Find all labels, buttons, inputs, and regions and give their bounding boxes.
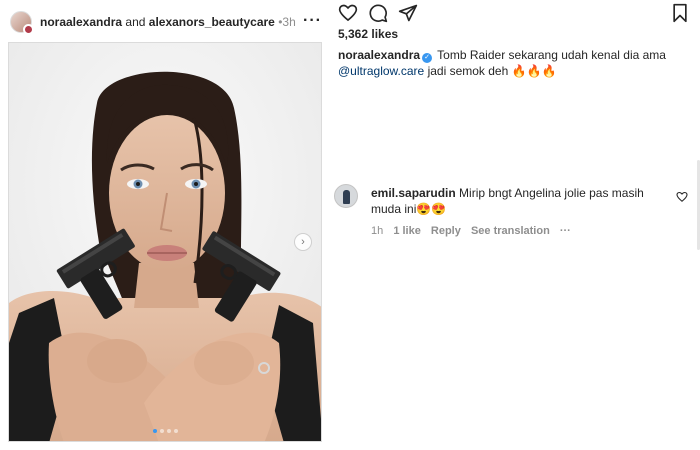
authors-connector: and bbox=[125, 15, 146, 29]
post-photo-illustration bbox=[9, 43, 321, 441]
caption-username[interactable]: noraalexandra bbox=[338, 48, 420, 62]
author-avatar[interactable] bbox=[10, 11, 34, 35]
comment-body: emil.saparudin Mirip bngt Angelina jolie… bbox=[371, 185, 661, 217]
comment-heart-icon[interactable] bbox=[676, 190, 688, 202]
carousel-dot bbox=[166, 429, 171, 433]
carousel-indicator bbox=[9, 429, 321, 433]
commenter-avatar[interactable] bbox=[334, 184, 358, 208]
author-username[interactable]: noraalexandra bbox=[40, 15, 122, 29]
verified-badge-icon: ✓ bbox=[422, 53, 433, 63]
comment-meta: 1h 1 like Reply See translation ··· bbox=[371, 225, 578, 237]
avatar-figure bbox=[343, 190, 350, 204]
see-translation-button[interactable]: See translation bbox=[471, 225, 550, 237]
heart-icon[interactable] bbox=[338, 3, 358, 23]
post-time: 3h bbox=[282, 15, 296, 29]
carousel-dot bbox=[152, 429, 157, 433]
post-authors: noraalexandra and alexanors_beautycare •… bbox=[40, 15, 296, 29]
carousel-next-button[interactable]: › bbox=[294, 233, 312, 251]
comment-more-options-icon[interactable]: ··· bbox=[560, 225, 571, 237]
comment-likes[interactable]: 1 like bbox=[393, 225, 421, 237]
commenter-username[interactable]: emil.saparudin bbox=[371, 186, 456, 200]
post-caption: noraalexandra ✓ Tomb Raider sekarang udah… bbox=[338, 47, 688, 79]
likes-count[interactable]: 5,362 likes bbox=[338, 27, 398, 41]
caption-mention-link[interactable]: @ultraglow.care bbox=[338, 64, 424, 78]
post-actions bbox=[338, 3, 690, 23]
share-icon[interactable] bbox=[398, 3, 418, 23]
coauthor-username[interactable]: alexanors_beautycare bbox=[149, 15, 275, 29]
coauthor-avatar[interactable] bbox=[23, 24, 34, 35]
caption-text: Tomb Raider sekarang udah kenal dia ama bbox=[434, 48, 666, 62]
post-header: noraalexandra and alexanors_beautycare •… bbox=[10, 10, 322, 35]
comment-time: 1h bbox=[371, 225, 384, 237]
caption-text-end: jadi semok deh 🔥🔥🔥 bbox=[424, 64, 557, 78]
carousel-dot bbox=[159, 429, 164, 433]
reply-button[interactable]: Reply bbox=[431, 225, 461, 237]
bookmark-icon[interactable] bbox=[670, 3, 690, 23]
more-options-icon[interactable]: ··· bbox=[303, 12, 322, 30]
post-photo[interactable]: › bbox=[8, 42, 322, 442]
carousel-dot bbox=[173, 429, 178, 433]
comment-icon[interactable] bbox=[368, 3, 388, 23]
